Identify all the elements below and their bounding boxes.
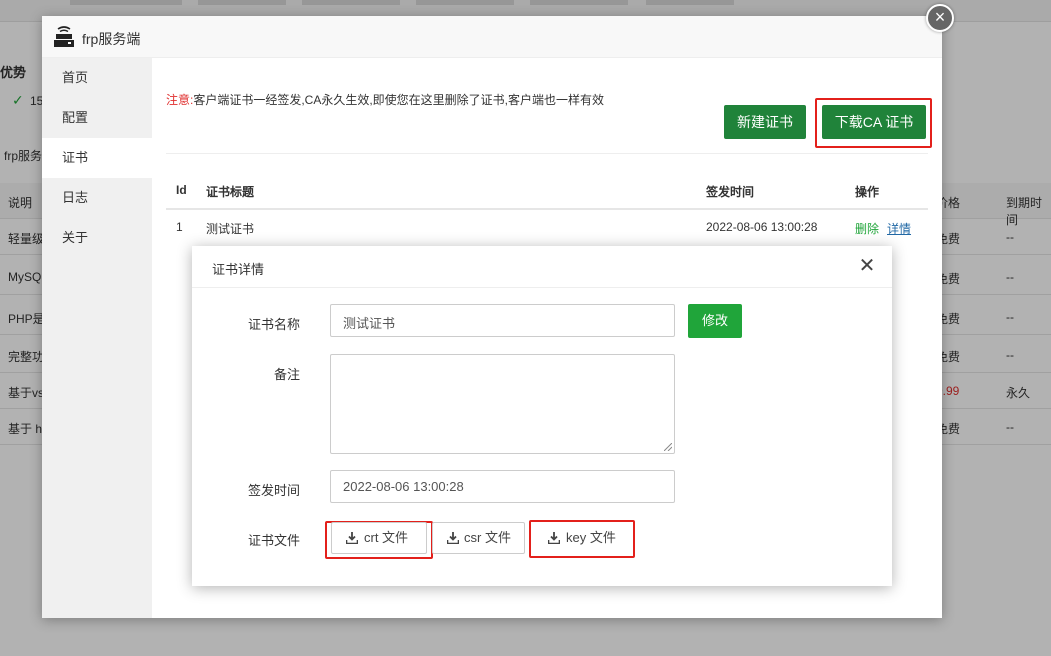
close-window-button[interactable]: ×	[926, 4, 954, 32]
sidebar-item-home[interactable]: 首页	[42, 58, 152, 98]
download-icon	[548, 532, 560, 544]
window-title: frp服务端	[82, 31, 141, 47]
dialog-title: 证书详情	[212, 262, 265, 277]
cell-issue-time: 2022-08-06 13:00:28	[706, 220, 818, 234]
sidebar-item-about[interactable]: 关于	[42, 218, 152, 258]
files-label: 证书文件	[247, 533, 300, 548]
notice-prefix: 注意:	[166, 93, 194, 107]
sidebar: 首页 配置 证书 日志 关于	[42, 58, 152, 618]
crt-file-label: crt 文件	[364, 530, 409, 545]
remark-textarea[interactable]	[330, 354, 675, 454]
issue-time-label: 签发时间	[247, 483, 300, 498]
csr-file-label: csr 文件	[464, 530, 511, 545]
header-id: Id	[176, 183, 187, 197]
window-titlebar: frp服务端	[42, 16, 942, 58]
delete-link[interactable]: 删除	[855, 220, 879, 237]
resize-grip-icon[interactable]	[664, 443, 672, 451]
key-file-label: key 文件	[566, 530, 616, 545]
detail-link[interactable]: 详情	[887, 220, 911, 237]
download-csr-button[interactable]: csr 文件	[432, 522, 525, 554]
table-row: 1 测试证书 2022-08-06 13:00:28 删除 详情	[166, 210, 928, 246]
certificate-table-header: Id 证书标题 签发时间 操作	[166, 174, 928, 210]
sidebar-item-config[interactable]: 配置	[42, 98, 152, 138]
edit-button[interactable]: 修改	[688, 304, 742, 338]
sidebar-item-certificates[interactable]: 证书	[42, 138, 152, 178]
sidebar-item-logs[interactable]: 日志	[42, 178, 152, 218]
notice-text: 注意:客户端证书一经签发,CA永久生效,即使您在这里删除了证书,客户端也一样有效	[166, 91, 604, 108]
certificate-name-input[interactable]: 测试证书	[330, 304, 675, 337]
cell-id: 1	[176, 220, 183, 234]
divider	[166, 153, 928, 154]
name-label: 证书名称	[247, 317, 300, 332]
certificate-detail-dialog: 证书详情 ✕ 证书名称 测试证书 修改 备注 签发时间 2022-08-06 1…	[192, 246, 892, 586]
download-crt-button[interactable]: crt 文件	[331, 522, 427, 554]
dialog-header: 证书详情 ✕	[192, 246, 892, 288]
download-icon	[346, 532, 358, 544]
header-title: 证书标题	[206, 185, 255, 199]
header-actions: 操作	[855, 185, 880, 199]
remark-label: 备注	[273, 367, 300, 382]
cell-title: 测试证书	[206, 222, 255, 236]
notice-message: 客户端证书一经签发,CA永久生效,即使您在这里删除了证书,客户端也一样有效	[193, 93, 605, 107]
new-certificate-button[interactable]: 新建证书	[724, 105, 806, 139]
header-issue-time: 签发时间	[706, 185, 755, 199]
download-ca-certificate-button[interactable]: 下载CA 证书	[822, 105, 926, 139]
close-icon[interactable]: ✕	[858, 256, 876, 276]
server-icon	[54, 26, 74, 47]
download-icon	[447, 532, 459, 544]
issue-time-field[interactable]: 2022-08-06 13:00:28	[330, 470, 675, 503]
download-key-button[interactable]: key 文件	[533, 522, 631, 554]
